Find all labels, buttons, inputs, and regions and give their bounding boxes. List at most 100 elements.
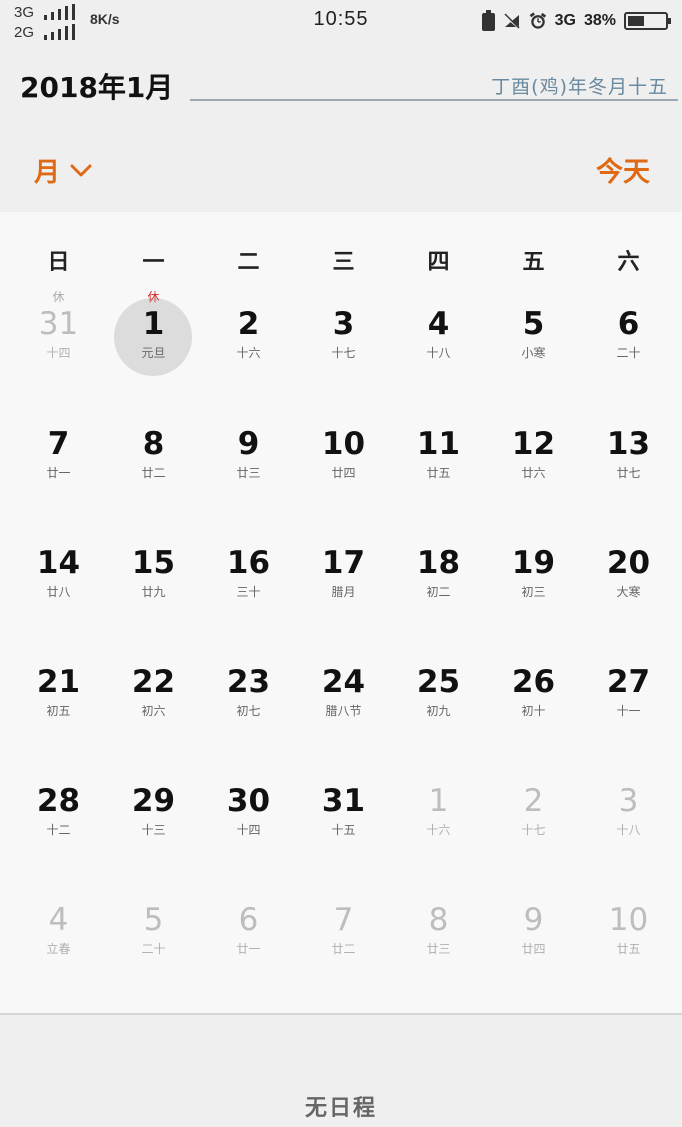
day-number: 9	[237, 426, 260, 462]
lunar-day-label: 十三	[141, 823, 166, 837]
calendar-day[interactable]: 16 三十	[201, 527, 296, 637]
calendar-day[interactable]: 3 十八	[581, 765, 676, 875]
calendar-day[interactable]: 1 十六	[391, 765, 486, 875]
calendar-day[interactable]: 26 初十	[486, 646, 581, 756]
weekday-label: 二	[237, 250, 260, 275]
lunar-day-label: 十四	[46, 346, 71, 360]
day-number: 11	[416, 426, 461, 462]
day-number: 4	[427, 306, 450, 342]
weekday-label: 五	[522, 250, 545, 275]
calendar-day[interactable]: 3 十七	[296, 288, 391, 398]
calendar-day[interactable]: 5 小寒	[486, 288, 581, 398]
calendar-day[interactable]: 12 廿六	[486, 408, 581, 518]
calendar-day[interactable]: 28 十二	[11, 765, 106, 875]
calendar-day[interactable]: 29 十三	[106, 765, 201, 875]
day-number: 12	[511, 426, 556, 462]
lunar-day-label: 十七	[521, 823, 546, 837]
day-number: 25	[416, 664, 461, 700]
lunar-day-label: 十五	[331, 823, 356, 837]
calendar-day[interactable]: 2 十六	[201, 288, 296, 398]
weekday-label: 一	[142, 250, 165, 275]
holiday-rest-badge: 休	[52, 290, 65, 304]
day-number: 13	[606, 426, 651, 462]
month-title[interactable]: 2018年1月	[20, 66, 173, 106]
calendar-day[interactable]: 10 廿五	[581, 884, 676, 994]
calendar-day[interactable]: 30 十四	[201, 765, 296, 875]
calendar-day[interactable]: 9 廿四	[486, 884, 581, 994]
lunar-day-label: 初十	[521, 704, 546, 718]
day-number: 1	[142, 306, 165, 342]
lunar-day-label: 廿五	[616, 942, 641, 956]
calendar-day[interactable]: 20 大寒	[581, 527, 676, 637]
calendar-day[interactable]: 7 廿一	[11, 408, 106, 518]
lunar-day-label: 大寒	[616, 585, 641, 599]
lunar-day-label: 十八	[426, 346, 451, 360]
day-number: 27	[606, 664, 651, 700]
day-number: 6	[617, 306, 640, 342]
view-mode-selector[interactable]: 月	[34, 152, 92, 189]
calendar-day[interactable]: 31 十五	[296, 765, 391, 875]
status-icons: 3G 38%	[481, 9, 671, 33]
lunar-day-label: 十六	[426, 823, 451, 837]
day-number: 16	[226, 545, 271, 581]
day-number: 2	[523, 783, 544, 819]
day-number: 23	[226, 664, 271, 700]
day-number: 24	[321, 664, 366, 700]
weekday-label: 日	[47, 250, 70, 275]
calendar-day[interactable]: 23 初七	[201, 646, 296, 756]
lunar-day-label: 廿一	[46, 466, 71, 480]
status-bar: 3G 2G 8K/s 10:55 3G 38%	[0, 0, 682, 46]
lunar-day-label: 初二	[426, 585, 451, 599]
calendar-day[interactable]: 18 初二	[391, 527, 486, 637]
battery-saver-icon	[481, 10, 495, 31]
calendar-day[interactable]: 6 二十	[581, 288, 676, 398]
day-number: 26	[511, 664, 556, 700]
weekday-header: 日一二三四五六	[0, 244, 682, 278]
weekday-label: 三	[332, 250, 355, 275]
lunar-day-label: 二十	[141, 942, 166, 956]
lunar-day-label: 廿四	[331, 466, 356, 480]
calendar-day[interactable]: 19 初三	[486, 527, 581, 637]
lunar-date: 丁酉(鸡)年冬月十五	[491, 76, 668, 98]
calendar-day[interactable]: 13 廿七	[581, 408, 676, 518]
day-number: 15	[131, 545, 176, 581]
today-button[interactable]: 今天	[596, 150, 650, 189]
lunar-day-label: 十二	[46, 823, 71, 837]
calendar-grid: 日一二三四五六 休 31 十四休 1 元旦 2 十六 3 十七 4 十八 5 小寒 6 二十 7 廿一 8 廿二 9 廿…	[0, 212, 682, 1014]
calendar-day[interactable]: 7 廿二	[296, 884, 391, 994]
calendar-day[interactable]: 21 初五	[11, 646, 106, 756]
calendar-day[interactable]: 14 廿八	[11, 527, 106, 637]
calendar-day[interactable]: 休 31 十四	[11, 288, 106, 398]
calendar-day[interactable]: 4 立春	[11, 884, 106, 994]
lunar-day-label: 初五	[46, 704, 71, 718]
day-number: 17	[321, 545, 366, 581]
calendar-day[interactable]: 25 初九	[391, 646, 486, 756]
lunar-day-label: 十八	[616, 823, 641, 837]
calendar-day[interactable]: 22 初六	[106, 646, 201, 756]
lunar-day-label: 廿七	[616, 466, 641, 480]
calendar-day[interactable]: 8 廿二	[106, 408, 201, 518]
calendar-day[interactable]: 4 十八	[391, 288, 486, 398]
calendar-day[interactable]: 27 十一	[581, 646, 676, 756]
calendar-day-selected[interactable]: 休 1 元旦	[106, 288, 201, 398]
day-number: 7	[333, 902, 354, 938]
day-number: 18	[416, 545, 461, 581]
no-schedule-label: 无日程	[304, 1096, 377, 1121]
calendar-day[interactable]: 8 廿三	[391, 884, 486, 994]
lunar-day-label: 廿二	[141, 466, 166, 480]
calendar-day[interactable]: 17 腊月	[296, 527, 391, 637]
calendar-day[interactable]: 6 廿一	[201, 884, 296, 994]
day-number: 21	[36, 664, 81, 700]
lunar-day-label: 腊月	[331, 585, 356, 599]
day-number: 2	[237, 306, 260, 342]
lunar-day-label: 廿三	[426, 942, 451, 956]
calendar-day[interactable]: 15 廿九	[106, 527, 201, 637]
calendar-day[interactable]: 2 十七	[486, 765, 581, 875]
calendar-day[interactable]: 11 廿五	[391, 408, 486, 518]
battery-percentage: 38%	[583, 12, 616, 29]
calendar-day[interactable]: 10 廿四	[296, 408, 391, 518]
calendar-day[interactable]: 24 腊八节	[296, 646, 391, 756]
calendar-day[interactable]: 5 二十	[106, 884, 201, 994]
calendar-day[interactable]: 9 廿三	[201, 408, 296, 518]
day-number: 30	[226, 783, 271, 819]
